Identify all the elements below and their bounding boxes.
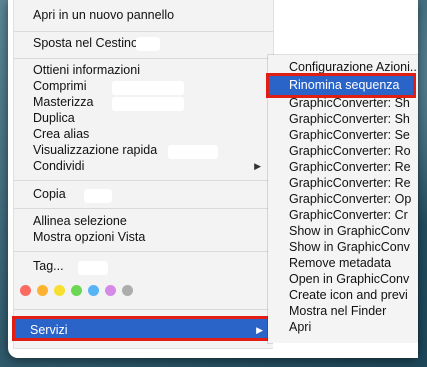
menu-separator	[14, 180, 273, 181]
tag-orange-icon[interactable]	[37, 285, 48, 297]
annotation-highlight-box	[12, 316, 270, 341]
tag-red-icon[interactable]	[20, 285, 31, 297]
label-pill	[112, 81, 184, 95]
tag-yellow-icon[interactable]	[54, 285, 65, 297]
submenu-item[interactable]: GraphicConverter: Ro	[268, 143, 418, 159]
label-pill	[136, 37, 160, 51]
menu-item-align-selection[interactable]: Allinea selezione	[14, 213, 273, 230]
tag-gray-icon[interactable]	[122, 285, 133, 297]
menu-item-duplicate[interactable]: Duplica	[14, 110, 273, 127]
menu-item-get-info[interactable]: Ottieni informazioni	[14, 62, 273, 79]
menu-item-quick-look[interactable]: Visualizzazione rapida	[14, 142, 273, 159]
menu-separator	[14, 31, 273, 32]
label-pill	[84, 189, 112, 203]
submenu-item[interactable]: GraphicConverter: Op	[268, 191, 418, 207]
submenu-arrow-icon: ▶	[254, 161, 261, 171]
menu-item-make-alias[interactable]: Crea alias	[14, 126, 273, 143]
menu-separator	[14, 58, 273, 59]
submenu-item[interactable]: GraphicConverter: Re	[268, 175, 418, 191]
submenu-item-remove-metadata[interactable]: Remove metadata	[268, 255, 418, 271]
submenu-item[interactable]: GraphicConverter: Sh	[268, 111, 418, 127]
submenu-item[interactable]: GraphicConverter: Cr	[268, 207, 418, 223]
tag-green-icon[interactable]	[71, 285, 82, 297]
label-pill	[112, 97, 184, 111]
submenu-item-open[interactable]: Apri	[268, 319, 418, 335]
menu-item-open-new-tab[interactable]: Apri in un nuovo pannello	[14, 7, 273, 24]
menu-item-tags[interactable]: Tag...	[14, 258, 273, 275]
tag-purple-icon[interactable]	[105, 285, 116, 297]
menu-item-share[interactable]: Condividi ▶	[14, 158, 273, 175]
label-pill	[168, 145, 218, 159]
submenu-item[interactable]: GraphicConverter: Re	[268, 159, 418, 175]
submenu-item[interactable]: Create icon and previ	[268, 287, 418, 303]
menu-item-copy[interactable]: Copia	[14, 186, 273, 203]
menu-separator	[14, 309, 273, 310]
services-submenu: Configurazione Azioni... GraphicConverte…	[268, 55, 418, 343]
label-pill	[78, 261, 108, 275]
submenu-item-show-in-finder[interactable]: Mostra nel Finder	[268, 303, 418, 319]
menu-separator	[14, 208, 273, 209]
menu-separator	[14, 251, 273, 252]
menu-item-show-view-options[interactable]: Mostra opzioni Vista	[14, 229, 273, 246]
tag-color-row	[20, 282, 139, 297]
submenu-item[interactable]: Open in GraphicConv	[268, 271, 418, 287]
submenu-item[interactable]: Show in GraphicConv	[268, 223, 418, 239]
submenu-item[interactable]: GraphicConverter: Se	[268, 127, 418, 143]
desktop-strip	[273, 343, 418, 358]
tag-blue-icon[interactable]	[88, 285, 99, 297]
annotation-highlight-box	[266, 73, 416, 98]
submenu-item[interactable]: Show in GraphicConv	[268, 239, 418, 255]
